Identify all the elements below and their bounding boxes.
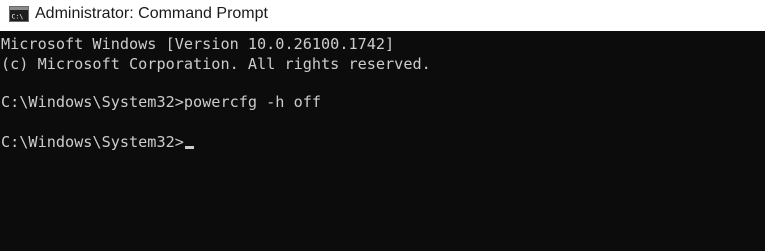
- window-title: Administrator: Command Prompt: [35, 5, 268, 22]
- text-cursor: [184, 146, 194, 149]
- console-output-area[interactable]: Microsoft Windows [Version 10.0.26100.17…: [0, 31, 765, 251]
- console-line-version: Microsoft Windows [Version 10.0.26100.17…: [1, 35, 395, 53]
- console-line-copyright: (c) Microsoft Corporation. All rights re…: [1, 55, 431, 73]
- command-prompt-window: C:\ Administrator: Command Prompt Micros…: [0, 0, 765, 251]
- title-bar[interactable]: C:\ Administrator: Command Prompt: [0, 0, 765, 31]
- console-prompt: C:\Windows\System32>: [1, 133, 184, 151]
- console-line-command: C:\Windows\System32>powercfg -h off: [1, 93, 322, 111]
- console-prompt-line[interactable]: C:\Windows\System32>: [1, 132, 194, 152]
- cmd-console-icon: C:\: [9, 6, 29, 22]
- svg-text:C:\: C:\: [12, 13, 24, 21]
